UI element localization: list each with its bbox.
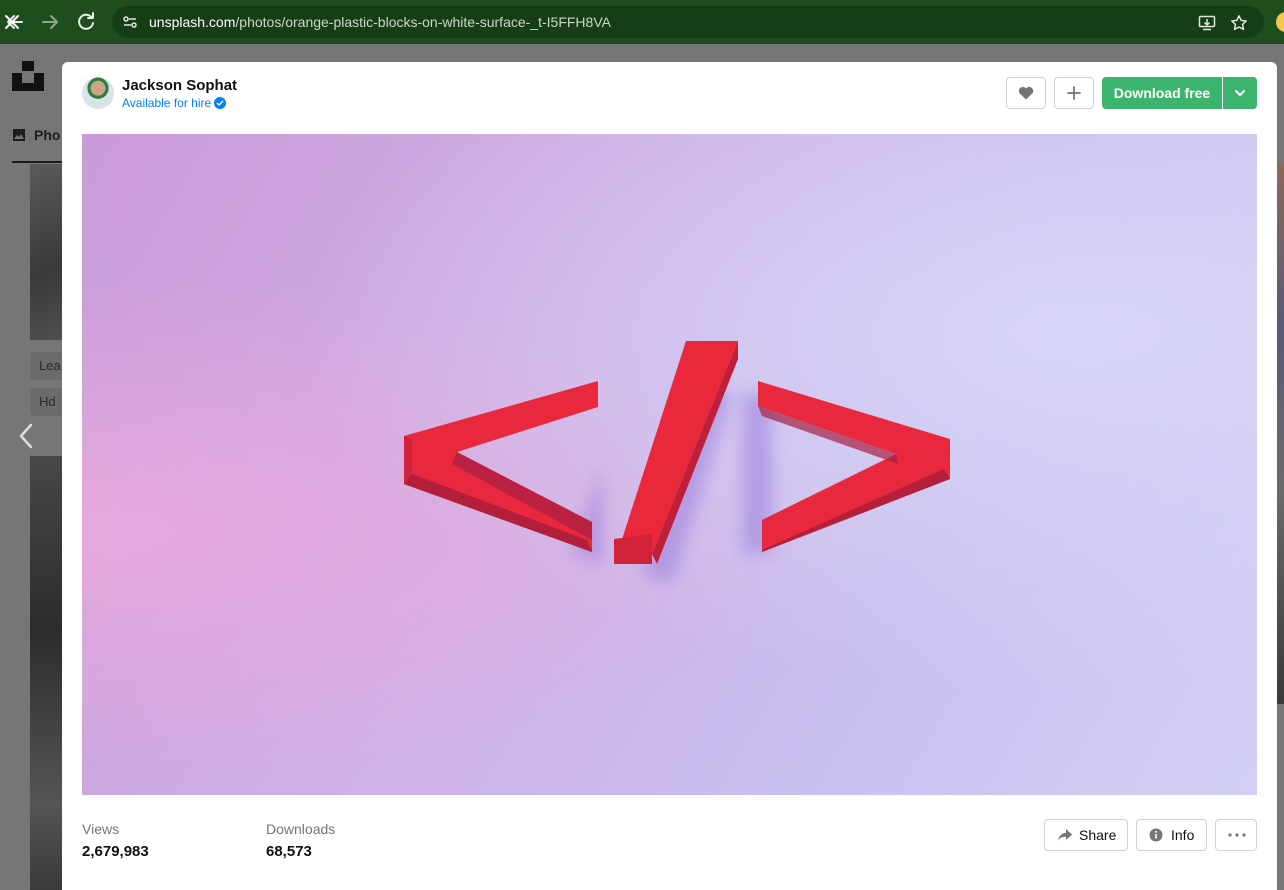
code-tag-icon: [404, 341, 950, 584]
image-icon: [13, 129, 25, 141]
chevron-left-icon[interactable]: [16, 422, 36, 450]
share-label: Share: [1079, 827, 1117, 843]
bg-photo-thumb: [1277, 164, 1284, 704]
info-label: Info: [1171, 827, 1195, 843]
bookmark-star-icon[interactable]: [1230, 14, 1248, 32]
download-options-button[interactable]: [1223, 77, 1257, 109]
close-icon[interactable]: [4, 14, 20, 30]
views-label: Views: [82, 821, 120, 837]
add-to-collection-button[interactable]: [1054, 77, 1094, 109]
install-app-icon[interactable]: [1198, 14, 1216, 32]
main-photo[interactable]: [82, 134, 1257, 795]
more-dots-icon: [1228, 833, 1246, 837]
more-actions-button[interactable]: [1215, 819, 1257, 851]
reload-icon[interactable]: [74, 10, 98, 34]
chevron-down-icon: [1235, 90, 1245, 96]
unsplash-logo: [12, 61, 44, 91]
site-settings-icon[interactable]: [122, 14, 138, 30]
bg-tab-photos: Pho: [12, 127, 60, 143]
available-for-hire-link[interactable]: Available for hire: [122, 96, 227, 110]
plus-icon: [1067, 86, 1081, 100]
downloads-label: Downloads: [266, 821, 336, 837]
address-bar[interactable]: unsplash.com/photos/orange-plastic-block…: [112, 6, 1264, 38]
profile-avatar[interactable]: [1276, 12, 1284, 32]
hire-label: Available for hire: [122, 96, 212, 110]
bg-tab-label: Pho: [34, 127, 61, 143]
info-button[interactable]: Info: [1136, 819, 1207, 851]
url-path: /photos/orange-plastic-blocks-on-white-s…: [235, 14, 611, 30]
views-value: 2,679,983: [82, 843, 149, 860]
info-icon: [1149, 828, 1163, 842]
share-arrow-icon: [1058, 829, 1072, 841]
download-button[interactable]: Download free: [1102, 77, 1222, 109]
photo-modal: Jackson Sophat Available for hire Downlo…: [62, 62, 1277, 890]
browser-toolbar: unsplash.com/photos/orange-plastic-block…: [0, 0, 1284, 44]
verified-badge-icon: [214, 97, 227, 109]
downloads-value: 68,573: [266, 843, 312, 860]
url-text: unsplash.com/photos/orange-plastic-block…: [149, 14, 611, 30]
author-avatar[interactable]: [82, 77, 114, 109]
url-host: unsplash.com: [149, 14, 236, 30]
forward-icon[interactable]: [38, 10, 62, 34]
author-name[interactable]: Jackson Sophat: [122, 77, 237, 95]
like-button[interactable]: [1006, 77, 1046, 109]
share-button[interactable]: Share: [1044, 819, 1128, 851]
heart-icon: [1018, 86, 1034, 100]
